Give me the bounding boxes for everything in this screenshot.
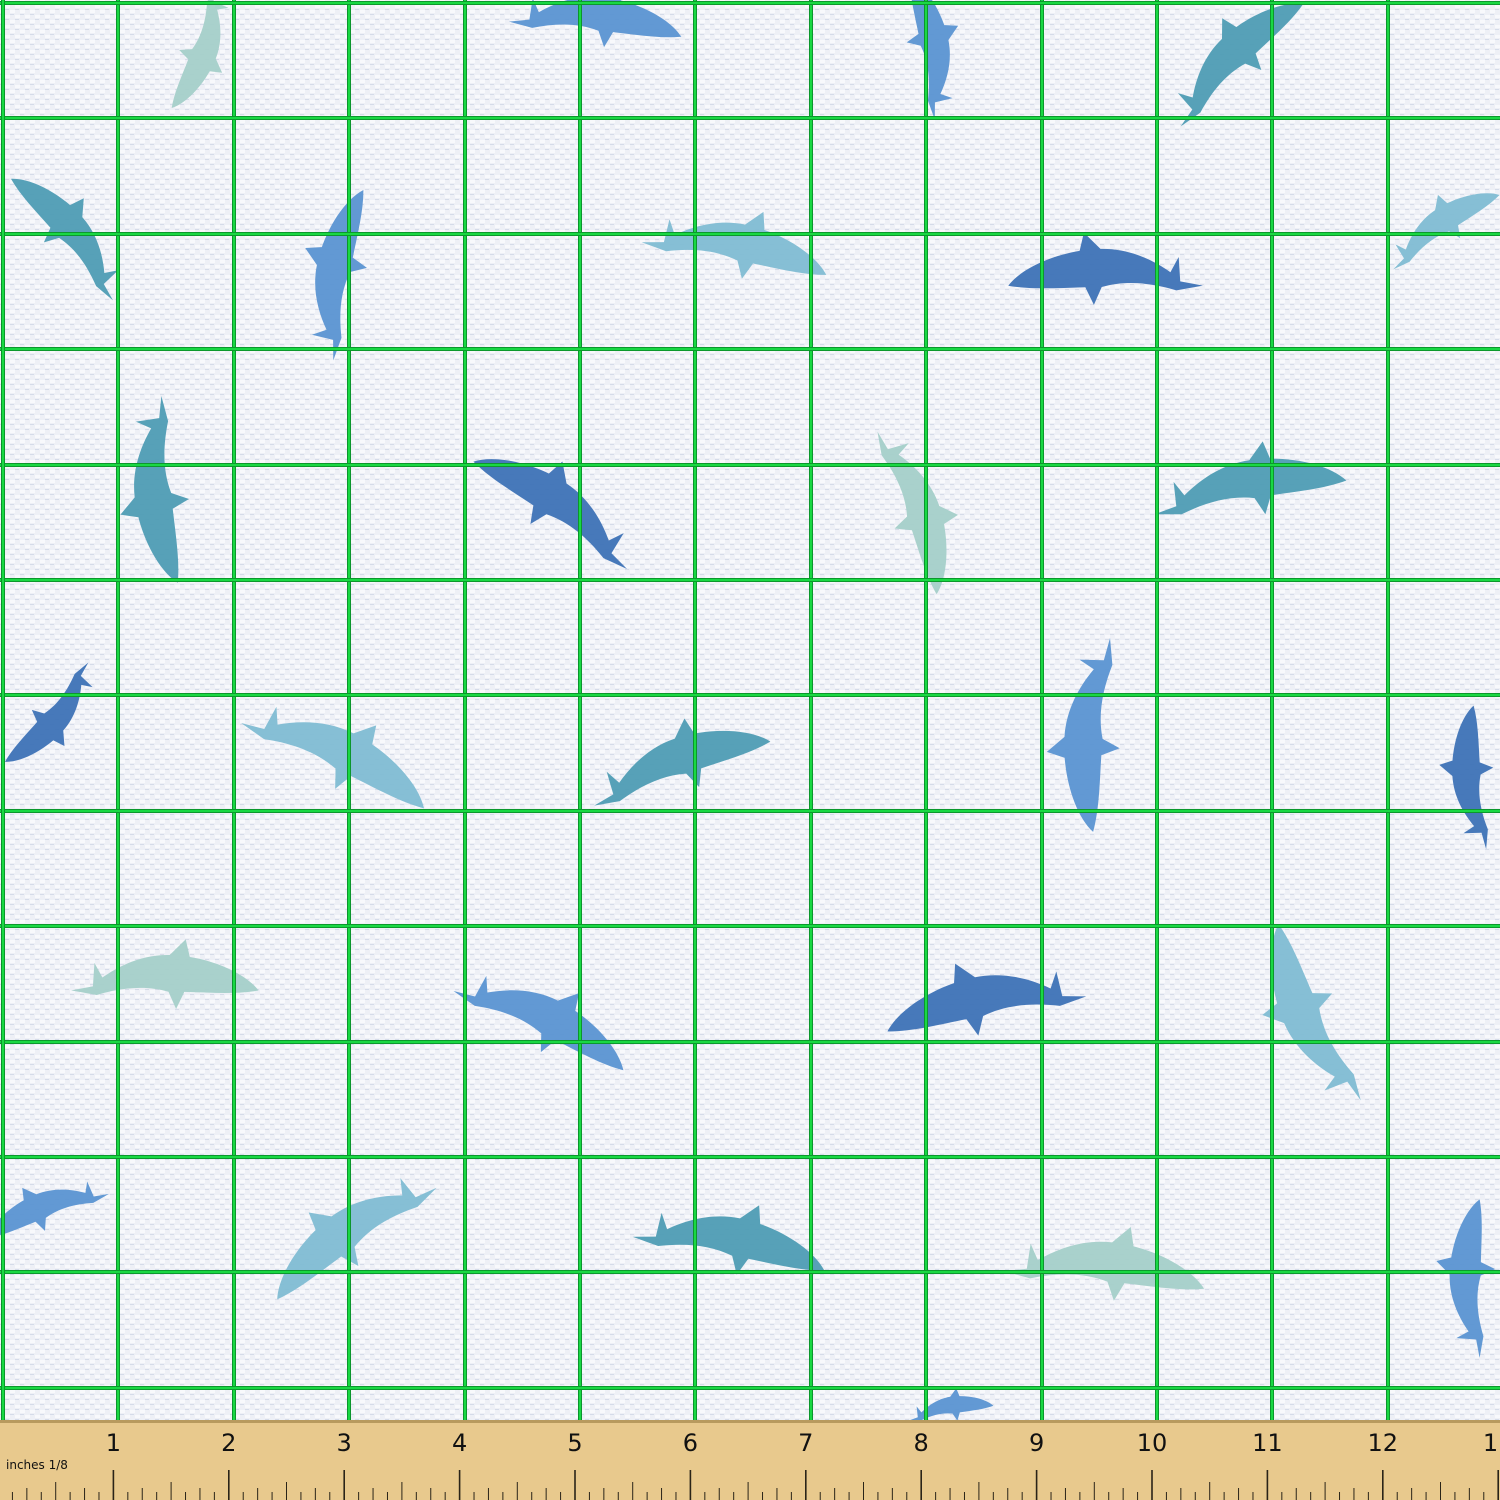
ruler-edge: [0, 1420, 1500, 1423]
ruler-number: 11: [1252, 1429, 1283, 1457]
fabric-weave-texture: [0, 0, 1500, 1420]
ruler-number: 2: [221, 1429, 236, 1457]
ruler-unit-label: inches 1/8: [6, 1458, 68, 1472]
ruler-number: 3: [337, 1429, 352, 1457]
measuring-ruler: 12345678910111213 inches 1/8: [0, 1420, 1500, 1500]
ruler-number: 10: [1137, 1429, 1168, 1457]
ruler-number: 6: [683, 1429, 698, 1457]
ruler-number: 4: [452, 1429, 467, 1457]
ruler-number: 1: [106, 1429, 121, 1457]
ruler-number: 8: [914, 1429, 929, 1457]
ruler-number: 7: [798, 1429, 813, 1457]
ruler-number: 13: [1483, 1429, 1500, 1457]
ruler-number: 12: [1368, 1429, 1399, 1457]
ruler-number: 5: [567, 1429, 582, 1457]
ruler-number: 9: [1029, 1429, 1044, 1457]
fabric-surface: [0, 0, 1500, 1420]
fabric-swatch-image: 12345678910111213 inches 1/8: [0, 0, 1500, 1500]
